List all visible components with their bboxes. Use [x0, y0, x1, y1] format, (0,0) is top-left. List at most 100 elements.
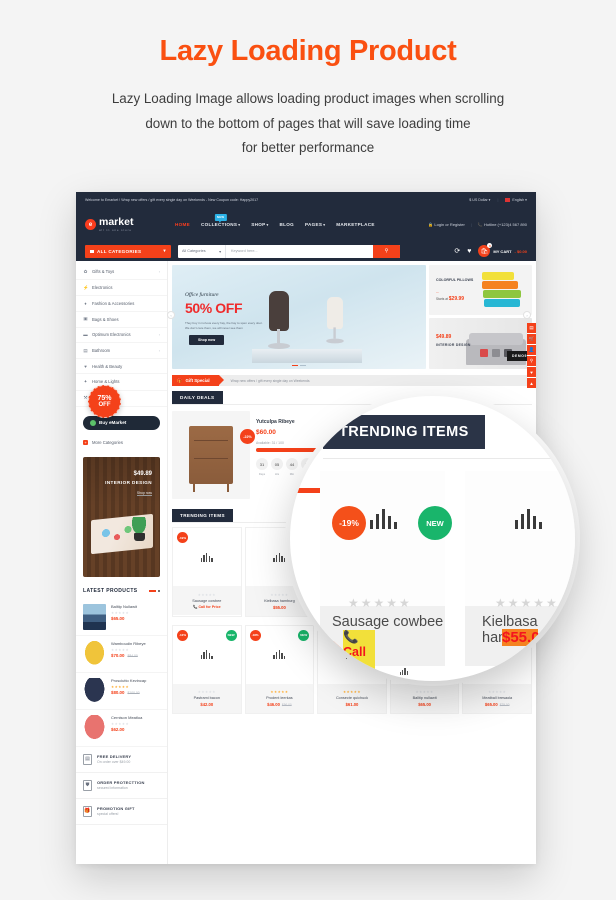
- nav-item-collections[interactable]: NEW COLLECTIONS▾: [201, 214, 241, 227]
- promo-line-3: for better performance: [241, 140, 375, 156]
- call-for-price[interactable]: 📞 Call for Price: [176, 605, 238, 609]
- more-categories-link[interactable]: + More Categories: [76, 436, 167, 453]
- gift-special-ribbon: 🎁 Gift Special Wrap new offers / gift ev…: [172, 375, 532, 386]
- chevron-down-icon: ▾: [266, 223, 269, 227]
- gift-special-note: Wrap new offers / gift every single day …: [218, 375, 532, 386]
- sidebar-item-bathroom[interactable]: ▤ Bathroom ›: [76, 343, 167, 360]
- pillow-banner-price: $29.99: [448, 296, 465, 302]
- product-name: Meatball bresaola: [482, 696, 513, 700]
- gift-icon: 🎁: [177, 377, 183, 383]
- magnified-tab-trending-items[interactable]: TRENDING ITEMS: [323, 415, 485, 449]
- bath-icon: ▤: [83, 347, 88, 353]
- gift-special-label: 🎁 Gift Special: [172, 375, 224, 386]
- edge-deal-name: ulpa R: [290, 454, 308, 460]
- magnified-call-for-price[interactable]: 📞 Call for Price: [343, 630, 375, 681]
- product-name: Prosciutto Kevincap: [111, 677, 147, 683]
- magnified-product-price: $55.0: [502, 629, 540, 646]
- sale-badge: -19%: [177, 532, 188, 543]
- rail-up-icon[interactable]: ▲: [527, 378, 536, 389]
- page-title: Lazy Loading Product: [159, 35, 457, 67]
- sidebar-item-electronics[interactable]: ⚡ Electronics: [76, 280, 167, 297]
- tv-icon: ▬: [83, 332, 88, 338]
- search-submit-button[interactable]: ⚲: [373, 244, 400, 258]
- pillow-banner[interactable]: COLORFUL PILLOWS — Starts at $29.99: [429, 265, 532, 315]
- product-card[interactable]: -12% NEW ★★★★★ Pastrami bacon $42.00: [172, 624, 242, 714]
- hero-carousel-dots[interactable]: [292, 364, 306, 366]
- sidebar-banner-cta[interactable]: Shop now: [136, 491, 152, 496]
- sidebar-promo-banner[interactable]: $49.89 INTERIOR DESIGN Shop now: [83, 456, 160, 577]
- rail-user-icon[interactable]: 👤: [527, 345, 536, 356]
- sofa-pillow-gray: [492, 349, 500, 357]
- buy-emarket-button[interactable]: Buy eMarket: [83, 415, 160, 430]
- gift-icon: ✿: [83, 268, 88, 274]
- search-category-select[interactable]: All Categories ▾: [178, 244, 226, 258]
- rail-cart-icon[interactable]: 🛒: [527, 334, 536, 345]
- product-old-price: $84.00: [127, 654, 138, 659]
- promo-line-2: down to the bottom of pages that will sa…: [145, 115, 471, 131]
- rail-heart-icon[interactable]: ♥: [527, 367, 536, 378]
- sidebar-item-optimum-electronics[interactable]: ▬ Optimum Electronics ›: [76, 328, 167, 343]
- all-categories-button[interactable]: ALL CATEGORIES ▾: [85, 244, 171, 258]
- chevron-down-icon: ▾: [238, 223, 241, 227]
- magnified-card-image-area: [320, 471, 445, 606]
- rating-stars: ★★★★★: [111, 610, 130, 615]
- pot-decoration: [134, 532, 145, 541]
- nav-item-home[interactable]: HOME: [175, 222, 190, 227]
- list-item[interactable]: Wamboudin Ribeye ★★★★★ $70.00 $84.00: [76, 636, 167, 673]
- sidebar-item-home-lights[interactable]: ✦ Home & Lights: [76, 374, 167, 391]
- site-logo[interactable]: e market all in one store: [85, 215, 167, 232]
- product-price: $65.00: [418, 702, 431, 707]
- carousel-prev-button[interactable]: ‹: [167, 311, 175, 319]
- nav-item-shop[interactable]: SHOP▾: [251, 222, 268, 227]
- logo-mark-icon: e: [85, 219, 96, 230]
- wishlist-heart-icon[interactable]: ♥: [467, 248, 471, 255]
- nav-item-blog[interactable]: BLOG: [279, 222, 293, 227]
- header-icons: ⟳ ♥ 🛍 0 MY CART - $0.00: [454, 243, 527, 257]
- product-card[interactable]: -19% ★★★★★ Sausage cowbee 📞 Call for Pri…: [172, 527, 242, 617]
- list-item[interactable]: Cernison Meatloa ★★★★★ $62.00: [76, 710, 167, 747]
- nav-item-pages[interactable]: PAGES▾: [305, 222, 325, 227]
- sidebar-item-bags-shoes[interactable]: ▣ Bags & Shoes: [76, 312, 167, 328]
- currency-selector[interactable]: $ US Dollar ▾: [469, 198, 490, 202]
- compare-icon[interactable]: ⟳: [454, 247, 460, 255]
- sofa-banner[interactable]: $49.89 INTERIOR DESIGN DEMO9: [429, 318, 532, 369]
- login-register-link[interactable]: 🔒 Login or Register: [428, 222, 465, 227]
- chevron-right-icon: ›: [158, 269, 160, 274]
- cart-widget[interactable]: 🛍 0 MY CART - $0.00: [478, 243, 527, 257]
- sofa-pillow-red: [480, 349, 488, 357]
- nav-item-marketplace[interactable]: MARKETPLACE: [336, 222, 375, 227]
- sidebar-item-health-beauty[interactable]: ♥ Health & Beauty: [76, 359, 167, 375]
- language-selector[interactable]: English ▾: [505, 198, 527, 202]
- deal-product-image[interactable]: -22%: [172, 411, 255, 499]
- site-header: e market all in one store HOME NEW COLLE…: [76, 208, 536, 241]
- pillow-banner-title: COLORFUL PILLOWS: [436, 278, 474, 282]
- hero-banner[interactable]: Office furniture 50% OFF They buy in in-…: [172, 265, 426, 369]
- product-name: Consecte quichuck: [335, 696, 369, 700]
- promo-line-1: Lazy Loading Image allows loading produc…: [111, 90, 505, 106]
- list-item[interactable]: Prosciutto Kevincap ★★★★★ $80.00 $100.00: [76, 673, 167, 710]
- magnified-product-card[interactable]: [320, 471, 445, 666]
- bag-icon: ▣: [83, 316, 88, 322]
- carousel-dots[interactable]: [149, 589, 160, 592]
- sidebar-banner-price: $49.89: [133, 470, 152, 477]
- sidebar-item-gifts-toys[interactable]: ✿ Gifts & Toys ›: [76, 264, 167, 281]
- hero-shop-now-button[interactable]: Shop now: [189, 335, 225, 345]
- product-name: Sausage cowbee: [192, 598, 222, 603]
- product-price: $61.00: [345, 702, 359, 707]
- tab-trending-items[interactable]: TRENDING ITEMS: [172, 509, 233, 522]
- chair-light-decoration: [323, 297, 347, 345]
- carousel-next-button[interactable]: ›: [523, 311, 531, 319]
- search-input[interactable]: Keyword here...: [226, 249, 373, 253]
- product-name: Prodent leerkas: [266, 696, 293, 700]
- discount-badge-75-off: 75% OFF: [88, 385, 121, 418]
- chevron-down-icon: ▾: [323, 223, 326, 227]
- rail-layout-icon[interactable]: ▤: [527, 323, 536, 334]
- sidebar-item-fashion[interactable]: ♦ Fashion & Accessories: [76, 296, 167, 312]
- tab-daily-deals[interactable]: DAILY DEALS: [172, 391, 223, 404]
- cart-icon: 🛍 0: [478, 243, 493, 257]
- logo-name: market: [99, 215, 134, 228]
- rail-search-icon[interactable]: ⚲: [527, 356, 536, 367]
- pillow-green: [483, 290, 521, 298]
- search-icon: ⚲: [384, 248, 389, 254]
- list-item[interactable]: Balltip Nullawit ★★★★★ $65.00: [76, 599, 167, 636]
